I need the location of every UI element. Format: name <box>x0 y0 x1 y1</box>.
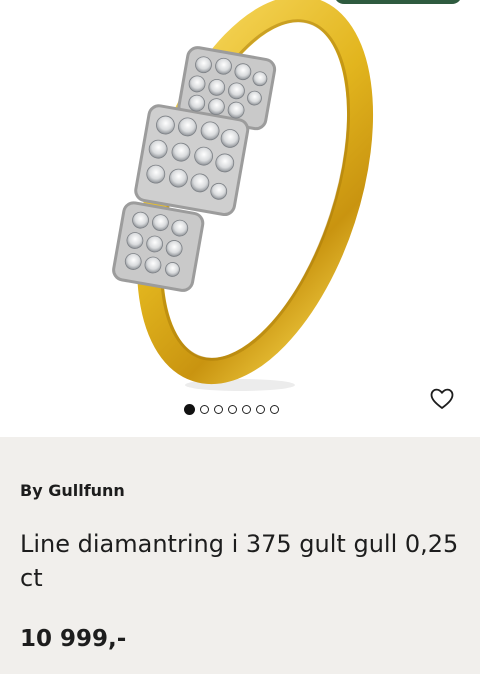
brand-link[interactable]: By Gullfunn <box>20 481 125 500</box>
product-image-gallery[interactable] <box>0 0 480 437</box>
pagination-dot-5[interactable] <box>242 405 251 414</box>
product-price: 10 999,- <box>20 626 127 652</box>
pagination-dot-2[interactable] <box>200 405 209 414</box>
pagination-dot-4[interactable] <box>228 405 237 414</box>
pagination-dot-7[interactable] <box>270 405 279 414</box>
heart-outline-icon <box>430 388 454 409</box>
pagination-dot-1[interactable] <box>184 404 195 415</box>
product-title: Line diamantring i 375 gult gull 0,25 ct <box>20 530 459 592</box>
pagination-dot-6[interactable] <box>256 405 265 414</box>
product-image-ring[interactable] <box>0 0 480 437</box>
pagination-dot-3[interactable] <box>214 405 223 414</box>
favorite-button[interactable] <box>428 385 456 413</box>
gallery-pagination <box>184 404 279 415</box>
